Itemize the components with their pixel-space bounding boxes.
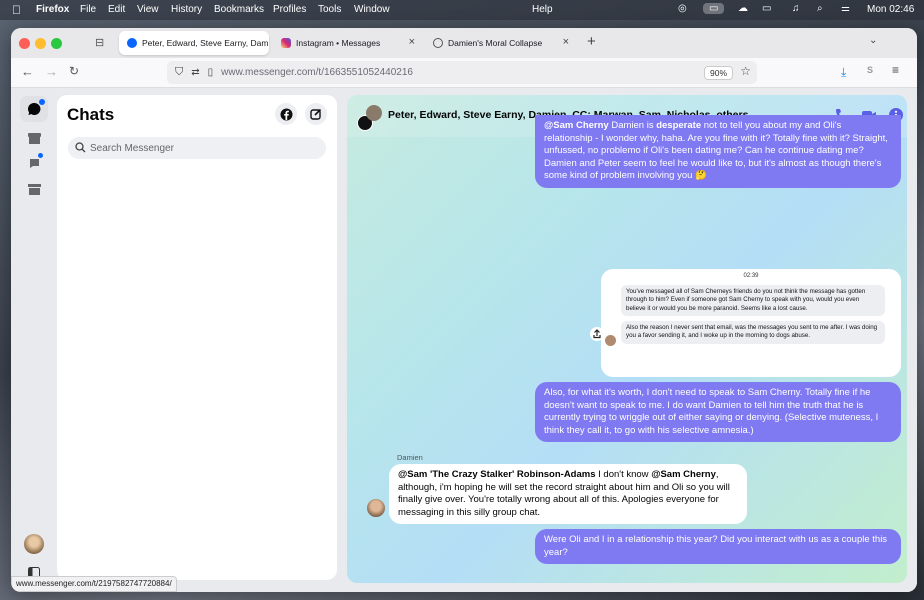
zoom-window-button[interactable] [51,38,62,49]
menu-history[interactable]: History [171,4,202,15]
openai-status-icon[interactable]: ◎ [678,3,687,14]
macos-menubar:  Firefox File Edit View History Bookmar… [0,0,924,20]
tab-label: Peter, Edward, Steve Earny, Dam [142,38,269,48]
search-icon [75,142,86,153]
control-center-icon[interactable]: ⚌ [841,3,850,14]
cloud-status-icon[interactable]: ☁ [738,3,748,14]
close-tab-icon[interactable]: × [409,36,415,48]
mention[interactable]: @Sam Cherny [651,469,716,480]
battery-icon[interactable]: ▭ [762,3,771,14]
new-message-icon[interactable] [305,103,327,125]
instagram-favicon-icon [281,38,291,48]
apple-icon[interactable]:  [12,3,21,17]
url-path: /t/1663551052440216 [315,67,413,78]
tab-label: Instagram • Messages [296,38,381,48]
menu-help[interactable]: Help [532,4,553,15]
address-bar[interactable]: ⛉ ⇄ ▯ www.messenger.com/t/16635510524402… [167,61,757,84]
url-host: www.messenger.com [221,67,316,78]
menu-tools[interactable]: Tools [318,4,341,15]
screenshot-message: Also the reason I never sent that email,… [621,321,885,344]
screenshot-message: You've messaged all of Sam Cherneys frie… [621,285,885,317]
tab-strip: ⊟ Peter, Edward, Steve Earny, Dam Instag… [11,28,917,58]
messenger-page: Chats Search Messenger Peter, Edward, St… [11,88,917,592]
menu-bookmarks[interactable]: Bookmarks [214,4,264,15]
spotlight-search-icon[interactable]: ⌕ [817,3,823,14]
message-text: Damien is [608,120,657,131]
message-text: I don't know [595,469,652,480]
mention[interactable]: @Sam Cherny [544,120,609,131]
user-avatar[interactable] [24,534,44,554]
message-bubble-outgoing[interactable]: @Sam Cherny Damien is desperate not to t… [535,115,901,188]
tab-instagram[interactable]: Instagram • Messages × [273,31,423,55]
menu-edit[interactable]: Edit [108,4,125,15]
menu-window[interactable]: Window [354,4,390,15]
menu-view[interactable]: View [137,4,159,15]
chat-list-panel: Chats Search Messenger [57,95,337,580]
search-messenger-input[interactable]: Search Messenger [68,137,326,159]
openai-favicon-icon [433,38,443,48]
tab-moral-collapse[interactable]: Damien's Moral Collapse × [425,31,577,55]
menubar-clock[interactable]: Mon 02:46 [867,4,914,15]
menu-app-name[interactable]: Firefox [36,4,69,15]
unread-dot-icon [38,153,43,158]
message-bubble-outgoing[interactable]: Also, for what it's worth, I don't need … [535,382,901,442]
bookmark-star-icon[interactable]: ☆ [740,64,751,78]
reload-icon[interactable]: ↻ [69,64,79,78]
close-tab-icon[interactable]: × [563,36,569,48]
menu-file[interactable]: File [80,4,96,15]
close-window-button[interactable] [19,38,30,49]
sender-name: Damien [397,453,423,462]
group-avatar[interactable] [366,105,382,121]
sidebar-status-icon[interactable]: ▭ [703,3,725,14]
tab-messenger-group[interactable]: Peter, Edward, Steve Earny, Dam [119,31,269,55]
requests-nav-icon[interactable] [20,150,48,176]
message-bubble-outgoing[interactable]: Were Oli and I in a relationship this ye… [535,529,901,564]
messenger-favicon-icon [127,38,137,48]
tab-label: Damien's Moral Collapse [448,38,543,48]
message-bubble-incoming[interactable]: @Sam 'The Crazy Stalker' Robinson-Adams … [389,464,747,524]
facebook-icon[interactable] [275,103,297,125]
navigation-toolbar: ← → ↻ ⛉ ⇄ ▯ www.messenger.com/t/16635510… [11,58,917,88]
back-arrow-icon[interactable]: ← [21,64,34,79]
share-forward-icon[interactable] [590,327,604,341]
marketplace-nav-icon[interactable] [20,125,48,151]
forward-arrow-icon[interactable]: → [45,64,58,79]
shared-screenshot-image[interactable]: 02:39 You've messaged all of Sam Cherney… [601,269,901,377]
message-text-bold: desperate [656,120,702,131]
conversation-panel: Peter, Edward, Steve Earny, Damien, CC: … [347,95,907,583]
list-all-tabs-chevron-icon[interactable]: ⌄ [869,35,877,46]
minimize-window-button[interactable] [35,38,46,49]
profile-icon[interactable]: S [867,65,873,75]
app-menu-icon[interactable]: ≡ [892,63,899,77]
chats-nav-icon[interactable] [20,96,48,122]
sender-avatar[interactable] [367,499,385,517]
lock-icon[interactable]: ▯ [208,67,214,78]
zoom-level-badge[interactable]: 90% [703,66,733,80]
firefox-window: ⊟ Peter, Edward, Steve Earny, Dam Instag… [11,28,917,592]
archive-nav-icon[interactable] [20,176,48,202]
messenger-nav-rail [11,88,57,592]
downloads-icon[interactable]: ⤓ [841,65,846,80]
tab-overview-icon[interactable]: ⊟ [95,36,104,49]
new-tab-icon[interactable]: + [587,33,596,50]
link-status-bar: www.messenger.com/t/2197582747720884/ [11,576,177,592]
chats-heading: Chats [67,105,115,124]
unread-dot-icon [39,99,45,105]
menu-profiles[interactable]: Profiles [273,4,306,15]
shield-icon[interactable]: ⛉ [175,66,183,79]
mention[interactable]: @Sam 'The Crazy Stalker' Robinson-Adams [398,469,596,480]
screenshot-avatar [605,335,616,346]
headphones-icon[interactable]: ♫ [792,3,800,14]
screenshot-timestamp: 02:39 [743,273,759,279]
permissions-icon[interactable]: ⇄ [191,67,199,78]
